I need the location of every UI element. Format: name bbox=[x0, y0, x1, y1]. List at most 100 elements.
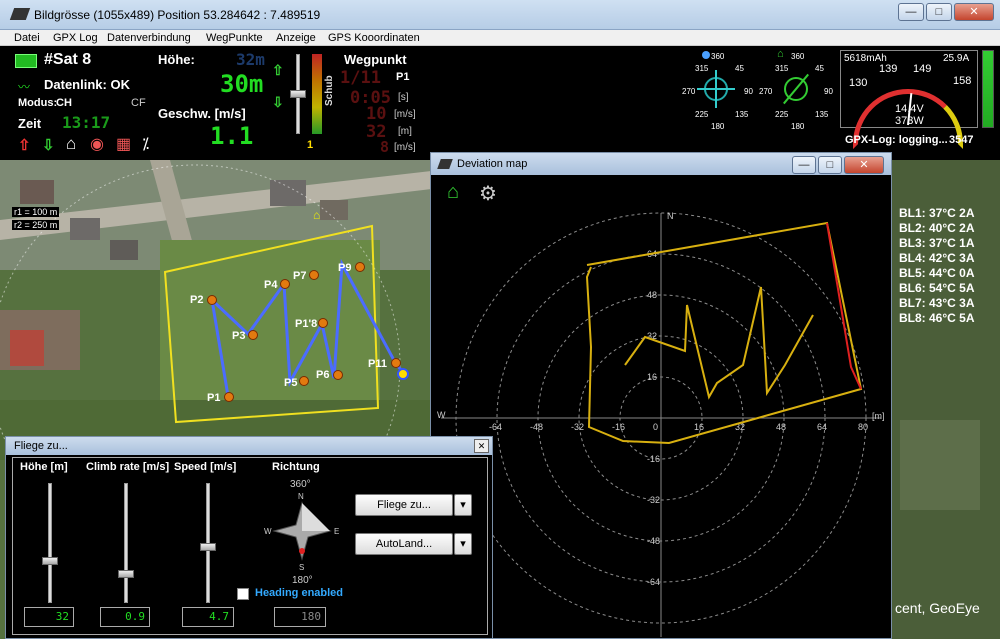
fly-close-button[interactable]: ✕ bbox=[474, 439, 489, 453]
deviation-x-tick: -64 bbox=[489, 422, 502, 432]
deviation-minimize-button[interactable]: — bbox=[792, 156, 816, 174]
deviation-y-tick: -32 bbox=[647, 495, 660, 505]
climb-rate-slider[interactable] bbox=[118, 570, 134, 579]
gpx-log-status: GPX-Log: logging... bbox=[845, 134, 948, 146]
waypoint-marker[interactable] bbox=[207, 295, 217, 305]
schub-bar bbox=[312, 54, 322, 134]
deviation-x-tick: 64 bbox=[817, 422, 827, 432]
menu-gpx-log[interactable]: GPX Log bbox=[53, 32, 98, 44]
deviation-map-window[interactable]: Deviation map — □ ✕ ⌂ ⚙ -64 -48 -32 -16 0 16 3… bbox=[430, 152, 892, 639]
heading-value-box[interactable]: 180 bbox=[274, 607, 326, 627]
datalink-status: Datenlink: OK bbox=[44, 77, 130, 92]
waypoint-label: P5 bbox=[284, 377, 298, 389]
fly-title: Fliege zu... bbox=[14, 440, 68, 452]
compass1-nw: 315 bbox=[695, 64, 709, 73]
deviation-title: Deviation map bbox=[457, 158, 528, 170]
deviation-app-icon bbox=[437, 159, 453, 169]
deviation-close-button[interactable]: ✕ bbox=[844, 156, 884, 174]
fly-titlebar[interactable]: Fliege zu... ✕ bbox=[6, 437, 492, 455]
deviation-x-tick: -16 bbox=[612, 422, 625, 432]
zeit-label: Zeit bbox=[18, 116, 42, 131]
deviation-x-tick: -48 bbox=[530, 422, 543, 432]
compass-rose[interactable]: 360° N W E S 180° bbox=[262, 479, 342, 586]
hoehe-value-box[interactable]: 32 bbox=[24, 607, 74, 627]
speed-slider[interactable] bbox=[200, 543, 216, 552]
climb-slider[interactable] bbox=[290, 90, 306, 98]
deviation-plot: -64 -48 -32 -16 0 16 32 48 64 80 64483216-16-32-4… bbox=[441, 212, 881, 637]
deviation-y-tick: -48 bbox=[647, 536, 660, 546]
menu-anzeige[interactable]: Anzeige bbox=[276, 32, 316, 44]
heading-checkbox-label[interactable]: Heading enabled bbox=[255, 587, 343, 599]
compass2-sw: 225 bbox=[775, 110, 789, 119]
hoehe-slider[interactable] bbox=[42, 556, 58, 565]
waypoint-marker[interactable] bbox=[248, 330, 258, 340]
close-button[interactable]: ✕ bbox=[954, 3, 994, 21]
deviation-x-tick: 0 bbox=[653, 422, 658, 432]
waypoint-marker[interactable] bbox=[299, 376, 309, 386]
gauge-158: 158 bbox=[953, 75, 972, 87]
compass1-se: 135 bbox=[735, 110, 749, 119]
signal-icon[interactable]: ◉ bbox=[90, 134, 104, 154]
upload-icon[interactable]: ⇧ bbox=[18, 136, 31, 154]
waypoint-marker[interactable] bbox=[355, 262, 365, 272]
climb-value-box[interactable]: 0.9 bbox=[100, 607, 150, 627]
waypoint-marker[interactable] bbox=[391, 358, 401, 368]
percent-icon[interactable]: ⁒ bbox=[142, 134, 149, 154]
modus-cf: CF bbox=[131, 97, 146, 109]
copter-position-icon bbox=[397, 368, 409, 380]
deviation-titlebar[interactable]: Deviation map — □ ✕ bbox=[431, 153, 891, 175]
compass-heading: 360 315 45 270 90 225 135 180 bbox=[677, 50, 757, 134]
waypoint-label: P9 bbox=[338, 262, 352, 274]
maximize-button[interactable]: □ bbox=[926, 3, 952, 21]
grid-icon[interactable]: ▦ bbox=[116, 134, 131, 154]
fly-to-dropdown[interactable]: ▾ bbox=[454, 494, 472, 516]
gpx-log-count: 3547 bbox=[949, 134, 974, 146]
geschw-label: Geschw. [m/s] bbox=[158, 106, 246, 121]
fly-to-button[interactable]: Fliege zu... bbox=[355, 494, 453, 516]
waypoint-label: P3 bbox=[232, 330, 246, 342]
waypoint-marker[interactable] bbox=[318, 318, 328, 328]
waypoint-marker[interactable] bbox=[224, 392, 234, 402]
menu-wegpunkte[interactable]: WegPunkte bbox=[206, 32, 263, 44]
climb-up-icon: ⇧ bbox=[272, 62, 284, 78]
deviation-y-tick: 16 bbox=[647, 372, 657, 382]
climb-down-icon: ⇩ bbox=[272, 94, 284, 110]
bl-row: BL2: 40°C 2A bbox=[899, 221, 975, 235]
download-icon[interactable]: ⇩ bbox=[42, 136, 55, 154]
map-scale-r2: r2 = 250 m bbox=[12, 220, 60, 230]
deg-bottom: 180° bbox=[292, 575, 313, 586]
deviation-maximize-button[interactable]: □ bbox=[818, 156, 842, 174]
hoehe-slider-label: Höhe [m] bbox=[20, 461, 68, 473]
waypoint-label: P1'8 bbox=[295, 318, 318, 330]
compass1-s: 180 bbox=[711, 122, 725, 131]
waypoint-marker[interactable] bbox=[280, 279, 290, 289]
battery-volt: 14.4V bbox=[895, 103, 924, 115]
speed-slider-label: Speed [m/s] bbox=[174, 461, 237, 473]
hoehe-value: 30m bbox=[220, 70, 264, 98]
waypoint-marker[interactable] bbox=[333, 370, 343, 380]
deviation-x-tick: 80 bbox=[858, 422, 868, 432]
compass-star-icon bbox=[272, 501, 332, 561]
fly-to-window[interactable]: Fliege zu... ✕ Höhe [m] Climb rate [m/s]… bbox=[5, 436, 493, 639]
minimize-button[interactable]: — bbox=[898, 3, 924, 21]
waypoint-marker[interactable] bbox=[309, 270, 319, 280]
datalink-icon: 〰 bbox=[18, 80, 31, 94]
hoehe-label: Höhe: bbox=[158, 52, 195, 67]
compass1-ne: 45 bbox=[735, 64, 744, 73]
autoland-button[interactable]: AutoLand... bbox=[355, 533, 453, 555]
bl-row: BL5: 44°C 0A bbox=[899, 266, 975, 280]
menu-gps-koordinaten[interactable]: GPS Kooordinaten bbox=[328, 32, 420, 44]
menu-datenverbindung[interactable]: Datenverbindung bbox=[107, 32, 191, 44]
waypoint-label: P4 bbox=[264, 279, 278, 291]
menu-datei[interactable]: Datei bbox=[14, 32, 40, 44]
speed-value-box[interactable]: 4.7 bbox=[182, 607, 234, 627]
bl-row: BL6: 54°C 5A bbox=[899, 281, 975, 295]
autoland-dropdown[interactable]: ▾ bbox=[454, 533, 472, 555]
deviation-north: N bbox=[667, 211, 674, 221]
home-icon[interactable]: ⌂ bbox=[66, 134, 76, 154]
heading-checkbox[interactable] bbox=[237, 588, 249, 600]
compass-w: W bbox=[264, 527, 272, 536]
deg-top: 360° bbox=[290, 479, 311, 490]
wp-speed: 10 bbox=[366, 104, 387, 124]
waypoint-label: P1 bbox=[207, 392, 221, 404]
